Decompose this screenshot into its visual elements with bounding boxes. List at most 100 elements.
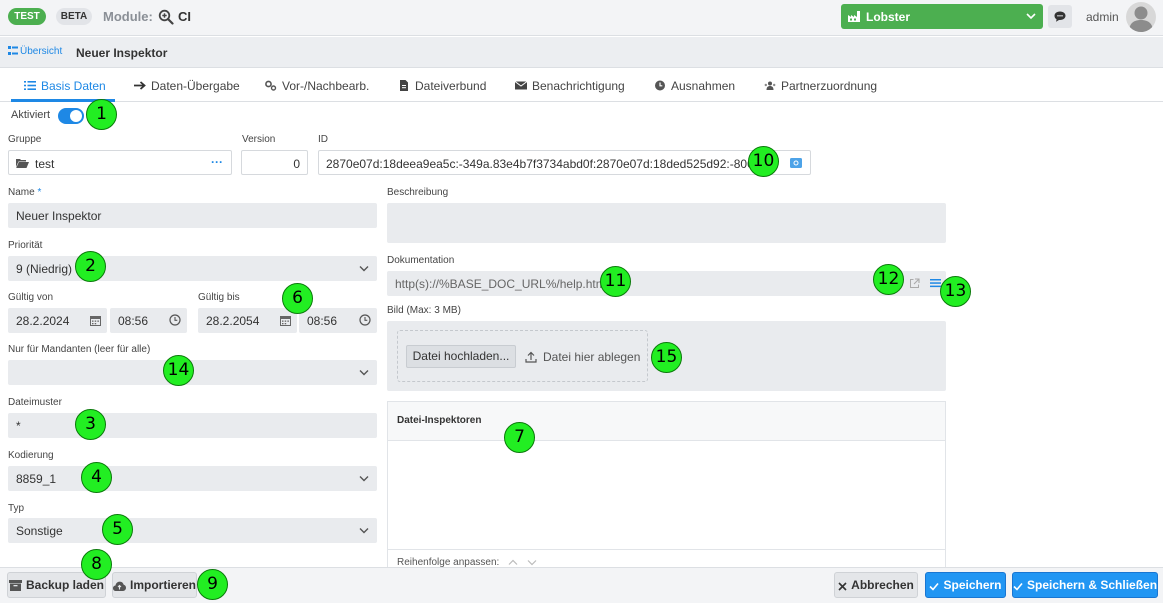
close-icon — [838, 582, 847, 591]
required-marker: * — [37, 187, 42, 198]
copy-id-icon[interactable] — [790, 158, 802, 168]
valid-to-time: 08:56 — [307, 314, 338, 328]
marker-12: 12 — [873, 264, 904, 295]
upload-file-button[interactable]: Datei hochladen... — [406, 345, 516, 368]
partner-icon — [764, 81, 776, 90]
tab-label: Ausnahmen — [671, 79, 736, 93]
file-pattern-value: * — [16, 419, 21, 433]
calendar-icon[interactable] — [280, 315, 291, 326]
activated-toggle[interactable] — [58, 108, 84, 124]
marker-11: 11 — [600, 266, 631, 297]
type-select[interactable]: Sonstige — [8, 518, 377, 543]
cancel-label: Abbrechen — [851, 578, 914, 592]
group-field[interactable]: test ··· — [8, 150, 232, 175]
image-label: Bild (Max: 3 MB) — [387, 305, 461, 316]
chevron-up-icon[interactable] — [508, 559, 518, 566]
module-label: Module: — [103, 9, 153, 24]
drop-label: Datei hier ablegen — [543, 350, 641, 364]
clock-icon — [655, 80, 665, 91]
documentation-value: http(s)://%BASE_DOC_URL%/help.html — [395, 277, 609, 291]
valid-from-date: 28.2.2024 — [16, 314, 70, 328]
valid-to-time-input[interactable]: 08:56 — [299, 308, 377, 333]
file-inspectors-panel: Datei-Inspektoren — [387, 401, 946, 571]
tenant-select[interactable]: Lobster — [841, 4, 1043, 29]
chevron-down-icon — [1026, 13, 1036, 20]
documentation-input[interactable]: http(s)://%BASE_DOC_URL%/help.html — [387, 271, 946, 296]
name-label-text: Name — [8, 187, 35, 198]
external-link-icon[interactable] — [909, 278, 920, 289]
valid-from-date-input[interactable]: 28.2.2024 — [8, 308, 107, 333]
env-tag-test: TEST — [8, 8, 46, 25]
tab-ausnahmen[interactable]: Ausnahmen — [654, 79, 735, 93]
marker-13: 13 — [940, 276, 971, 307]
name-value: Neuer Inspektor — [16, 209, 102, 223]
tab-dateiverbund[interactable]: Dateiverbund — [398, 79, 486, 93]
valid-from-time-input[interactable]: 08:56 — [110, 308, 187, 333]
valid-to-date-input[interactable]: 28.2.2054 — [198, 308, 297, 333]
marker-14: 14 — [163, 355, 194, 386]
overview-link[interactable]: Übersicht — [8, 46, 62, 57]
description-label: Beschreibung — [387, 187, 449, 198]
tab-label: Basis Daten — [41, 79, 106, 93]
encoding-select[interactable]: 8859_1 — [8, 466, 377, 491]
tab-benachrichtigung[interactable]: Benachrichtigung — [515, 79, 625, 93]
avatar[interactable] — [1126, 2, 1156, 32]
upload-icon — [525, 351, 537, 363]
group-more-button[interactable]: ··· — [211, 155, 223, 169]
chevron-down-icon — [359, 370, 369, 376]
valid-to-label: Gültig bis — [198, 292, 240, 303]
group-label: Gruppe — [8, 134, 42, 145]
file-icon — [400, 80, 408, 91]
clock-icon[interactable] — [169, 314, 181, 326]
chevron-down-icon — [359, 266, 369, 272]
tab-daten-uebergabe[interactable]: Daten-Übergabe — [134, 79, 240, 93]
env-tag-beta: BETA — [56, 8, 92, 25]
marker-8: 8 — [81, 549, 112, 580]
chat-button[interactable] — [1048, 5, 1072, 28]
marker-1: 1 — [86, 99, 117, 130]
priority-select[interactable]: 9 (Niedrig) — [8, 256, 377, 281]
chevron-down-icon — [359, 528, 369, 534]
marker-7: 7 — [504, 422, 535, 453]
cloud-upload-icon — [113, 581, 126, 591]
save-button[interactable]: Speichern — [925, 572, 1006, 598]
save-close-button[interactable]: Speichern & Schließen — [1012, 572, 1158, 598]
list-icon — [24, 81, 36, 90]
tab-vor-nachbearb[interactable]: Vor-/Nachbearb. — [265, 79, 369, 93]
chevron-down-icon — [359, 476, 369, 482]
folder-open-icon — [16, 159, 29, 168]
file-pattern-input[interactable]: * — [8, 413, 377, 438]
priority-value: 9 (Niedrig) — [16, 262, 73, 276]
file-inspectors-header: Datei-Inspektoren — [388, 402, 945, 441]
valid-from-time: 08:56 — [118, 314, 149, 328]
file-inspectors-title: Datei-Inspektoren — [397, 415, 482, 426]
cancel-button[interactable]: Abbrechen — [834, 572, 918, 598]
overview-icon — [8, 46, 18, 55]
tab-bar: Basis Daten Daten-Übergabe Vor-/Nachbear… — [0, 70, 1163, 102]
marker-5: 5 — [102, 514, 133, 545]
id-value: 2870e07d:18deea9ea5c:-349a.83e4b7f3734ab… — [326, 157, 761, 171]
save-close-label: Speichern & Schließen — [1027, 578, 1158, 592]
id-field: 2870e07d:18deea9ea5c:-349a.83e4b7f3734ab… — [318, 150, 811, 175]
tab-basis-daten[interactable]: Basis Daten — [24, 79, 106, 93]
valid-to-date: 28.2.2054 — [206, 314, 260, 328]
encoding-label: Kodierung — [8, 450, 54, 461]
top-bar: TEST BETA Module: CI Lobster admin — [0, 0, 1163, 36]
name-input[interactable]: Neuer Inspektor — [8, 203, 377, 228]
calendar-icon[interactable] — [90, 315, 101, 326]
chat-icon — [1054, 11, 1066, 22]
tab-label: Daten-Übergabe — [151, 79, 240, 93]
clock-icon[interactable] — [359, 314, 371, 326]
marker-6: 6 — [282, 283, 313, 314]
priority-label: Priorität — [8, 240, 43, 251]
user-avatar-icon — [1129, 6, 1153, 32]
activated-label: Aktiviert — [11, 109, 51, 121]
chevron-down-icon[interactable] — [527, 559, 537, 566]
menu-icon[interactable] — [930, 278, 941, 288]
import-button[interactable]: Importieren — [112, 572, 197, 598]
user-name[interactable]: admin — [1086, 10, 1119, 24]
tab-partnerzuordnung[interactable]: Partnerzuordnung — [764, 79, 877, 93]
description-input[interactable] — [387, 203, 946, 243]
toggle-knob — [70, 110, 82, 122]
save-label: Speichern — [943, 578, 1002, 592]
